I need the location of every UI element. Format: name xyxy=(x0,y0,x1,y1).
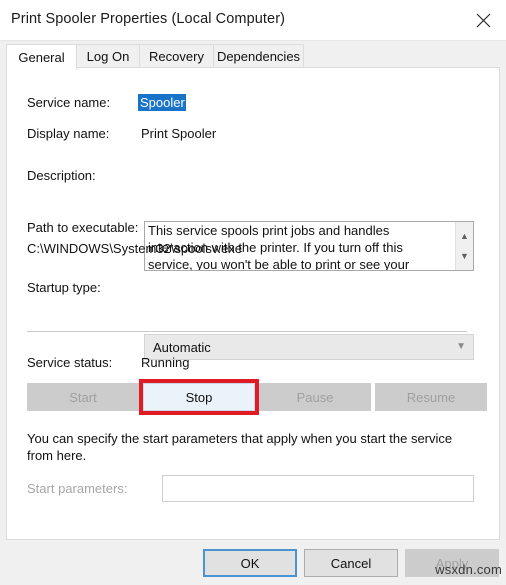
print-spooler-properties-dialog: Print Spooler Properties (Local Computer… xyxy=(0,0,506,585)
site-watermark: wsxdn.com xyxy=(435,562,502,577)
section-divider xyxy=(27,331,467,332)
description-scrollbar[interactable]: ▲ ▼ xyxy=(455,222,473,270)
cancel-button-label: Cancel xyxy=(330,555,372,571)
title-bar: Print Spooler Properties (Local Computer… xyxy=(0,0,506,41)
stop-button-label: Stop xyxy=(185,389,213,405)
tab-log-on[interactable]: Log On xyxy=(77,44,140,69)
chevron-down-icon: ▼ xyxy=(456,341,466,352)
service-status-value: Running xyxy=(141,355,190,370)
cancel-button[interactable]: Cancel xyxy=(304,549,398,577)
resume-button-label: Resume xyxy=(406,389,456,405)
service-name-text: Spooler xyxy=(138,94,186,111)
close-button[interactable] xyxy=(460,0,506,40)
display-name-value: Print Spooler xyxy=(141,126,217,141)
tab-recovery[interactable]: Recovery xyxy=(140,44,214,69)
service-name-value: Spooler xyxy=(138,94,186,111)
startup-type-label: Startup type: xyxy=(27,280,101,295)
ok-button[interactable]: OK xyxy=(203,549,297,577)
tab-dependencies-label: Dependencies xyxy=(216,49,301,64)
pause-button-label: Pause xyxy=(296,389,334,405)
start-parameters-label: Start parameters: xyxy=(27,481,128,496)
tab-dependencies[interactable]: Dependencies xyxy=(214,44,304,69)
scroll-down-icon[interactable]: ▼ xyxy=(456,248,473,264)
stop-service-button[interactable]: Stop xyxy=(143,383,255,411)
tab-general[interactable]: General xyxy=(6,44,77,70)
window-title: Print Spooler Properties (Local Computer… xyxy=(11,11,286,27)
ok-button-label: OK xyxy=(240,555,260,571)
startup-type-dropdown[interactable]: Automatic ▼ xyxy=(144,334,474,360)
display-name-label: Display name: xyxy=(27,126,110,141)
path-to-executable-label: Path to executable: xyxy=(27,220,139,235)
service-status-label: Service status: xyxy=(27,355,113,370)
tab-recovery-label: Recovery xyxy=(149,49,204,64)
description-label: Description: xyxy=(27,168,96,183)
start-service-button[interactable]: Start xyxy=(27,383,139,411)
service-name-label: Service name: xyxy=(27,95,111,110)
general-tab-panel: Service name: Spooler Display name: Prin… xyxy=(6,67,500,540)
resume-service-button[interactable]: Resume xyxy=(375,383,487,411)
close-icon xyxy=(476,13,491,28)
tab-general-label: General xyxy=(18,50,65,65)
start-parameters-hint: You can specify the start parameters tha… xyxy=(27,431,453,463)
start-button-label: Start xyxy=(69,389,97,405)
path-to-executable-value: C:\WINDOWS\System32\spoolsv.exe xyxy=(27,241,243,256)
scroll-up-icon[interactable]: ▲ xyxy=(456,228,473,244)
tab-log-on-label: Log On xyxy=(86,49,130,64)
start-parameters-input[interactable] xyxy=(162,475,474,502)
tab-strip: General Log On Recovery Dependencies xyxy=(0,41,506,70)
pause-service-button[interactable]: Pause xyxy=(259,383,371,411)
startup-type-value: Automatic xyxy=(153,340,211,355)
